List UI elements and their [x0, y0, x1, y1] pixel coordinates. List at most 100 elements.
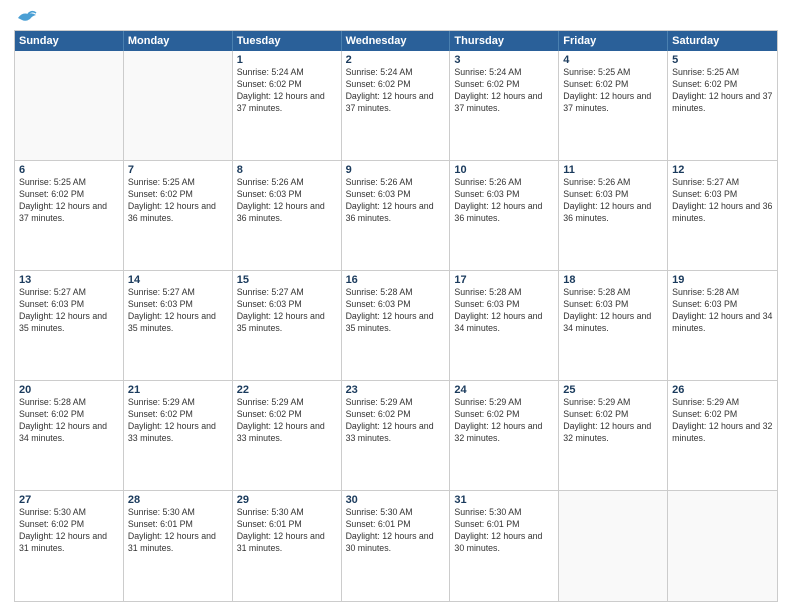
day-number: 29 [237, 494, 337, 506]
weekday-header-monday: Monday [124, 31, 233, 51]
day-cell-16: 16Sunrise: 5:28 AM Sunset: 6:03 PM Dayli… [342, 271, 451, 380]
day-info: Sunrise: 5:24 AM Sunset: 6:02 PM Dayligh… [237, 67, 337, 115]
header [14, 10, 778, 24]
day-number: 22 [237, 384, 337, 396]
weekday-header-saturday: Saturday [668, 31, 777, 51]
day-cell-20: 20Sunrise: 5:28 AM Sunset: 6:02 PM Dayli… [15, 381, 124, 490]
day-info: Sunrise: 5:30 AM Sunset: 6:01 PM Dayligh… [454, 507, 554, 555]
day-number: 23 [346, 384, 446, 396]
day-info: Sunrise: 5:28 AM Sunset: 6:03 PM Dayligh… [454, 287, 554, 335]
weekday-header-thursday: Thursday [450, 31, 559, 51]
day-info: Sunrise: 5:25 AM Sunset: 6:02 PM Dayligh… [672, 67, 773, 115]
logo-bird-icon [16, 10, 38, 28]
day-cell-9: 9Sunrise: 5:26 AM Sunset: 6:03 PM Daylig… [342, 161, 451, 270]
day-cell-5: 5Sunrise: 5:25 AM Sunset: 6:02 PM Daylig… [668, 51, 777, 160]
day-cell-27: 27Sunrise: 5:30 AM Sunset: 6:02 PM Dayli… [15, 491, 124, 601]
day-info: Sunrise: 5:28 AM Sunset: 6:03 PM Dayligh… [346, 287, 446, 335]
page: SundayMondayTuesdayWednesdayThursdayFrid… [0, 0, 792, 612]
day-info: Sunrise: 5:29 AM Sunset: 6:02 PM Dayligh… [237, 397, 337, 445]
day-cell-28: 28Sunrise: 5:30 AM Sunset: 6:01 PM Dayli… [124, 491, 233, 601]
day-number: 2 [346, 54, 446, 66]
day-number: 3 [454, 54, 554, 66]
day-info: Sunrise: 5:30 AM Sunset: 6:01 PM Dayligh… [346, 507, 446, 555]
day-cell-10: 10Sunrise: 5:26 AM Sunset: 6:03 PM Dayli… [450, 161, 559, 270]
day-info: Sunrise: 5:29 AM Sunset: 6:02 PM Dayligh… [346, 397, 446, 445]
empty-cell [124, 51, 233, 160]
calendar: SundayMondayTuesdayWednesdayThursdayFrid… [14, 30, 778, 602]
day-cell-8: 8Sunrise: 5:26 AM Sunset: 6:03 PM Daylig… [233, 161, 342, 270]
day-number: 13 [19, 274, 119, 286]
day-number: 24 [454, 384, 554, 396]
day-cell-12: 12Sunrise: 5:27 AM Sunset: 6:03 PM Dayli… [668, 161, 777, 270]
day-cell-19: 19Sunrise: 5:28 AM Sunset: 6:03 PM Dayli… [668, 271, 777, 380]
day-cell-1: 1Sunrise: 5:24 AM Sunset: 6:02 PM Daylig… [233, 51, 342, 160]
day-number: 25 [563, 384, 663, 396]
day-info: Sunrise: 5:26 AM Sunset: 6:03 PM Dayligh… [346, 177, 446, 225]
day-cell-15: 15Sunrise: 5:27 AM Sunset: 6:03 PM Dayli… [233, 271, 342, 380]
day-cell-2: 2Sunrise: 5:24 AM Sunset: 6:02 PM Daylig… [342, 51, 451, 160]
empty-cell [15, 51, 124, 160]
day-info: Sunrise: 5:28 AM Sunset: 6:02 PM Dayligh… [19, 397, 119, 445]
empty-cell [559, 491, 668, 601]
day-number: 8 [237, 164, 337, 176]
day-info: Sunrise: 5:25 AM Sunset: 6:02 PM Dayligh… [19, 177, 119, 225]
day-cell-21: 21Sunrise: 5:29 AM Sunset: 6:02 PM Dayli… [124, 381, 233, 490]
day-info: Sunrise: 5:26 AM Sunset: 6:03 PM Dayligh… [237, 177, 337, 225]
logo [14, 10, 38, 24]
day-number: 11 [563, 164, 663, 176]
day-number: 31 [454, 494, 554, 506]
day-info: Sunrise: 5:29 AM Sunset: 6:02 PM Dayligh… [563, 397, 663, 445]
day-number: 1 [237, 54, 337, 66]
day-cell-17: 17Sunrise: 5:28 AM Sunset: 6:03 PM Dayli… [450, 271, 559, 380]
day-info: Sunrise: 5:27 AM Sunset: 6:03 PM Dayligh… [19, 287, 119, 335]
day-info: Sunrise: 5:26 AM Sunset: 6:03 PM Dayligh… [563, 177, 663, 225]
day-info: Sunrise: 5:28 AM Sunset: 6:03 PM Dayligh… [672, 287, 773, 335]
day-info: Sunrise: 5:29 AM Sunset: 6:02 PM Dayligh… [454, 397, 554, 445]
day-cell-29: 29Sunrise: 5:30 AM Sunset: 6:01 PM Dayli… [233, 491, 342, 601]
day-info: Sunrise: 5:29 AM Sunset: 6:02 PM Dayligh… [672, 397, 773, 445]
day-number: 4 [563, 54, 663, 66]
day-number: 19 [672, 274, 773, 286]
day-info: Sunrise: 5:25 AM Sunset: 6:02 PM Dayligh… [563, 67, 663, 115]
calendar-header: SundayMondayTuesdayWednesdayThursdayFrid… [15, 31, 777, 51]
day-info: Sunrise: 5:25 AM Sunset: 6:02 PM Dayligh… [128, 177, 228, 225]
day-cell-24: 24Sunrise: 5:29 AM Sunset: 6:02 PM Dayli… [450, 381, 559, 490]
day-number: 27 [19, 494, 119, 506]
day-info: Sunrise: 5:27 AM Sunset: 6:03 PM Dayligh… [672, 177, 773, 225]
day-number: 26 [672, 384, 773, 396]
day-cell-31: 31Sunrise: 5:30 AM Sunset: 6:01 PM Dayli… [450, 491, 559, 601]
day-cell-4: 4Sunrise: 5:25 AM Sunset: 6:02 PM Daylig… [559, 51, 668, 160]
day-info: Sunrise: 5:24 AM Sunset: 6:02 PM Dayligh… [454, 67, 554, 115]
day-info: Sunrise: 5:24 AM Sunset: 6:02 PM Dayligh… [346, 67, 446, 115]
day-number: 17 [454, 274, 554, 286]
day-info: Sunrise: 5:30 AM Sunset: 6:02 PM Dayligh… [19, 507, 119, 555]
day-info: Sunrise: 5:29 AM Sunset: 6:02 PM Dayligh… [128, 397, 228, 445]
day-cell-11: 11Sunrise: 5:26 AM Sunset: 6:03 PM Dayli… [559, 161, 668, 270]
day-number: 30 [346, 494, 446, 506]
calendar-body: 1Sunrise: 5:24 AM Sunset: 6:02 PM Daylig… [15, 51, 777, 601]
day-number: 18 [563, 274, 663, 286]
day-info: Sunrise: 5:27 AM Sunset: 6:03 PM Dayligh… [237, 287, 337, 335]
day-number: 15 [237, 274, 337, 286]
day-number: 9 [346, 164, 446, 176]
calendar-week-2: 6Sunrise: 5:25 AM Sunset: 6:02 PM Daylig… [15, 161, 777, 271]
day-number: 12 [672, 164, 773, 176]
empty-cell [668, 491, 777, 601]
day-number: 28 [128, 494, 228, 506]
calendar-week-1: 1Sunrise: 5:24 AM Sunset: 6:02 PM Daylig… [15, 51, 777, 161]
calendar-week-3: 13Sunrise: 5:27 AM Sunset: 6:03 PM Dayli… [15, 271, 777, 381]
day-number: 5 [672, 54, 773, 66]
calendar-week-4: 20Sunrise: 5:28 AM Sunset: 6:02 PM Dayli… [15, 381, 777, 491]
day-info: Sunrise: 5:30 AM Sunset: 6:01 PM Dayligh… [128, 507, 228, 555]
day-cell-26: 26Sunrise: 5:29 AM Sunset: 6:02 PM Dayli… [668, 381, 777, 490]
weekday-header-wednesday: Wednesday [342, 31, 451, 51]
calendar-week-5: 27Sunrise: 5:30 AM Sunset: 6:02 PM Dayli… [15, 491, 777, 601]
day-info: Sunrise: 5:27 AM Sunset: 6:03 PM Dayligh… [128, 287, 228, 335]
day-number: 14 [128, 274, 228, 286]
day-cell-3: 3Sunrise: 5:24 AM Sunset: 6:02 PM Daylig… [450, 51, 559, 160]
day-cell-30: 30Sunrise: 5:30 AM Sunset: 6:01 PM Dayli… [342, 491, 451, 601]
day-number: 7 [128, 164, 228, 176]
day-cell-6: 6Sunrise: 5:25 AM Sunset: 6:02 PM Daylig… [15, 161, 124, 270]
day-cell-25: 25Sunrise: 5:29 AM Sunset: 6:02 PM Dayli… [559, 381, 668, 490]
day-cell-23: 23Sunrise: 5:29 AM Sunset: 6:02 PM Dayli… [342, 381, 451, 490]
